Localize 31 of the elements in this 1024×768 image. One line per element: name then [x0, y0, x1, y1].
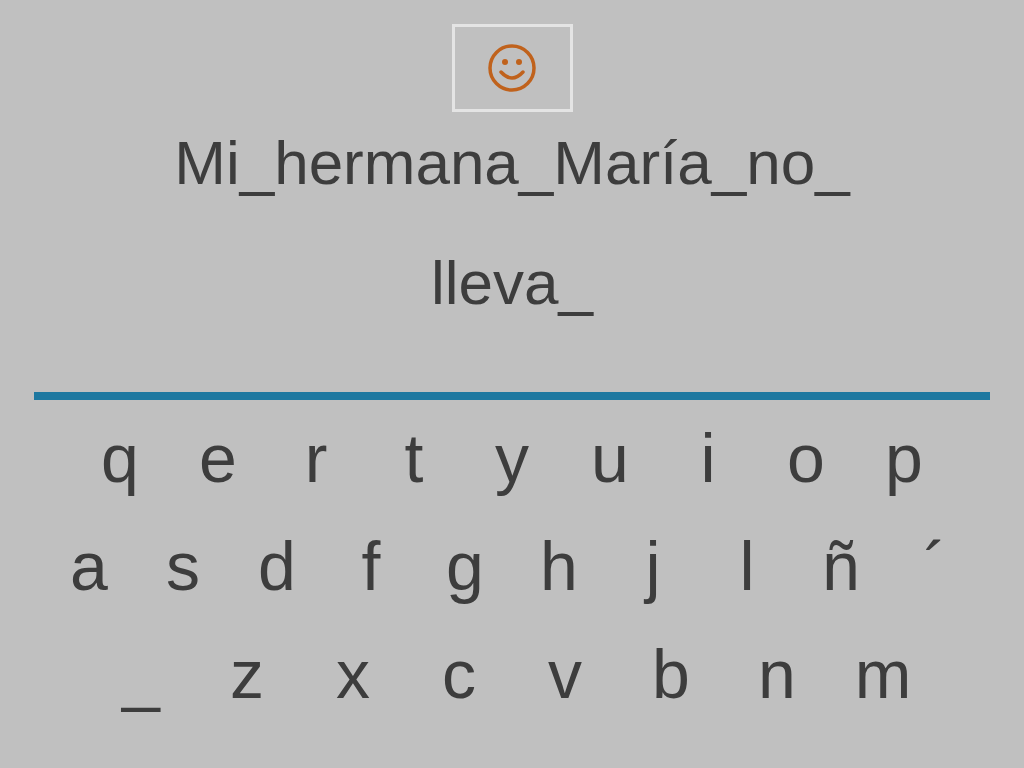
key-button[interactable]: r — [267, 418, 365, 498]
key-button[interactable]: _ — [88, 634, 194, 714]
key-button[interactable]: z — [194, 634, 300, 714]
key-button[interactable]: x — [300, 634, 406, 714]
key-button[interactable]: o — [757, 418, 855, 498]
key-button[interactable]: l — [700, 526, 794, 606]
key-button[interactable]: q — [71, 418, 169, 498]
key-button[interactable]: ´ — [888, 526, 982, 606]
key-button[interactable]: d — [230, 526, 324, 606]
smiley-icon — [486, 42, 538, 94]
key-button[interactable]: n — [724, 634, 830, 714]
key-button[interactable]: j — [606, 526, 700, 606]
key-button[interactable]: p — [855, 418, 953, 498]
key-button[interactable]: y — [463, 418, 561, 498]
key-button[interactable]: i — [659, 418, 757, 498]
answer-text: lleva_ — [431, 248, 593, 318]
key-button[interactable]: a — [42, 526, 136, 606]
hint-button[interactable] — [451, 24, 573, 112]
key-button[interactable]: t — [365, 418, 463, 498]
key-button[interactable]: f — [324, 526, 418, 606]
key-button[interactable]: g — [418, 526, 512, 606]
key-button[interactable]: s — [136, 526, 230, 606]
key-button[interactable]: v — [512, 634, 618, 714]
key-button[interactable]: h — [512, 526, 606, 606]
key-button[interactable]: u — [561, 418, 659, 498]
key-button[interactable]: ñ — [794, 526, 888, 606]
key-button[interactable]: c — [406, 634, 512, 714]
key-button[interactable]: e — [169, 418, 267, 498]
answer-text: Mi_hermana_María_no_ — [174, 128, 850, 198]
key-button[interactable]: b — [618, 634, 724, 714]
key-button[interactable]: m — [830, 634, 936, 714]
